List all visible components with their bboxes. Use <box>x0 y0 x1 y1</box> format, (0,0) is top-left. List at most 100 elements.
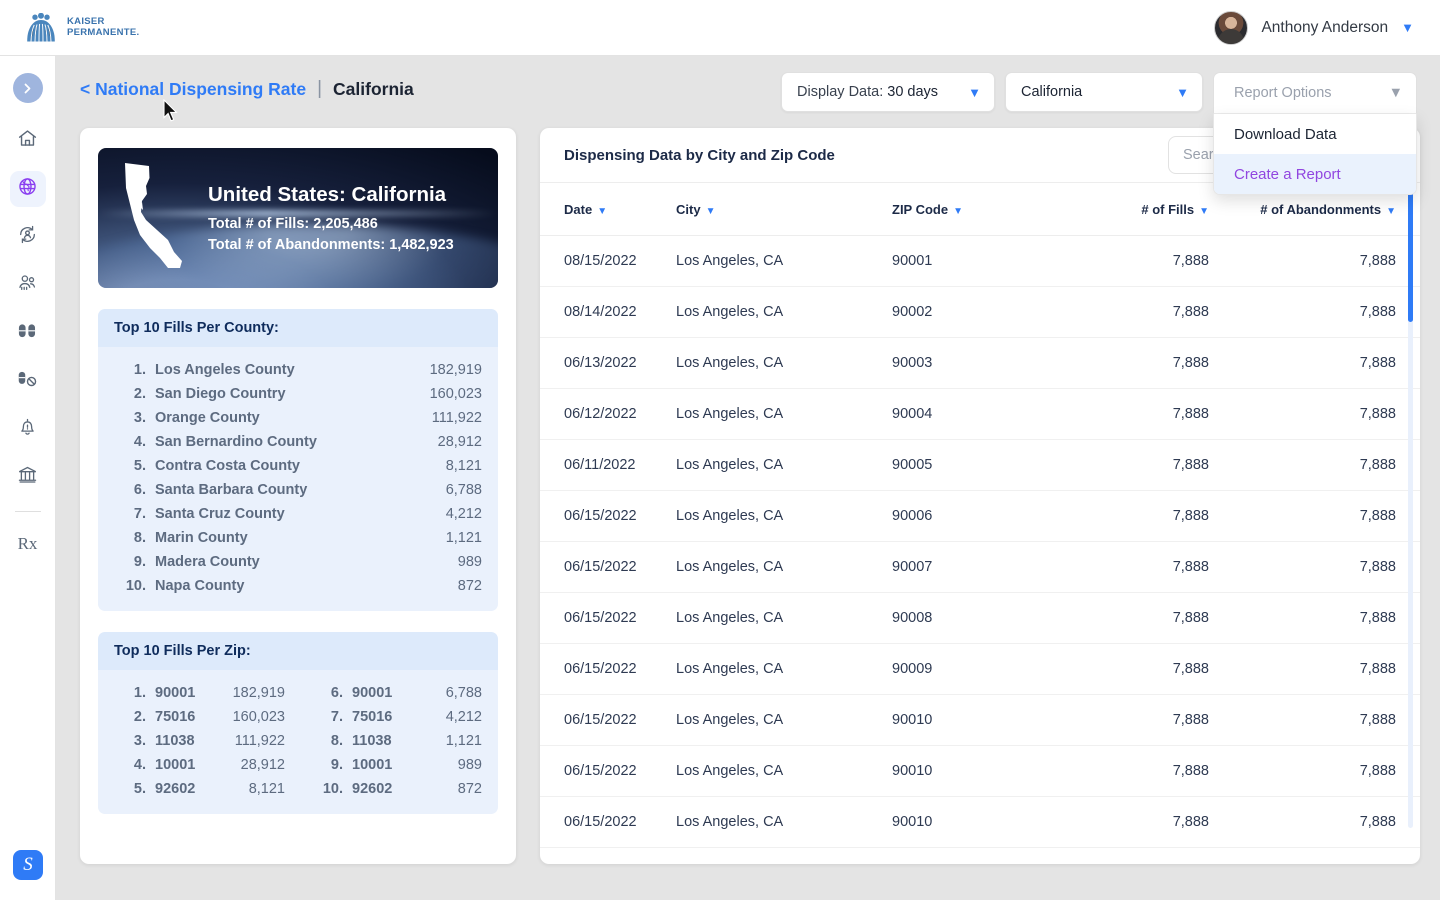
rank: 3. <box>133 410 146 426</box>
user-menu[interactable]: Anthony Anderson ▼ <box>1214 10 1414 45</box>
county-name: Santa Cruz County <box>155 506 285 522</box>
zip-code: 92602 <box>155 781 196 797</box>
top-zips-title: Top 10 Fills Per Zip: <box>98 632 498 670</box>
chevron-down-icon[interactable]: ▼ <box>1176 86 1189 99</box>
table-scroll-area[interactable]: Date ▼ City ▼ ZIP Code ▼ # of Fills ▼ # of A… <box>540 183 1420 864</box>
cell-abandonments: 7,888 <box>1237 235 1420 287</box>
list-item: 1. 90001 182,919 <box>114 681 285 705</box>
list-item: 3. 11038 111,922 <box>114 729 285 753</box>
rank: 3. <box>133 733 146 749</box>
zip-code: 11038 <box>352 733 392 749</box>
table-row[interactable]: 06/15/2022 Los Angeles, CA 90006 7,888 7,888 <box>540 490 1420 542</box>
page-title: California <box>333 78 414 99</box>
table-row[interactable]: 06/12/2022 Los Angeles, CA 90004 7,888 7,888 <box>540 388 1420 440</box>
cell-abandonments: 7,888 <box>1237 337 1420 389</box>
chevron-down-icon[interactable]: ▼ <box>1401 21 1414 34</box>
sidebar-item-rx[interactable]: Rx <box>10 526 46 562</box>
menu-item-create-a-report[interactable]: Create a Report <box>1214 154 1416 194</box>
cell-abandonments: 7,888 <box>1237 286 1420 338</box>
list-item: 7. 75016 4,212 <box>311 705 482 729</box>
table-row[interactable]: 08/14/2022 Los Angeles, CA 90002 7,888 7,888 <box>540 286 1420 338</box>
zip-value: 182,919 <box>232 685 285 701</box>
chevron-down-icon[interactable]: ▼ <box>1389 86 1403 101</box>
rank: 10. <box>322 781 343 797</box>
cell-abandonments: 7,888 <box>1237 439 1420 491</box>
county-value: 160,023 <box>429 386 482 402</box>
table-row[interactable]: 06/13/2022 Los Angeles, CA 90003 7,888 7,888 <box>540 337 1420 389</box>
cell-date: 06/15/2022 <box>540 745 676 797</box>
cell-fills: 7,888 <box>1092 337 1237 389</box>
cell-date: 06/15/2022 <box>540 490 676 542</box>
cell-zip: 90010 <box>892 694 1092 746</box>
display-data-prefix: Display Data: <box>797 84 884 100</box>
county-name: Napa County <box>155 578 245 594</box>
list-item: 6. 90001 6,788 <box>311 681 482 705</box>
zip-value: 111,922 <box>234 733 285 749</box>
breadcrumb-back-link[interactable]: < National Dispensing Rate <box>80 79 306 100</box>
state-hero-banner: United States: California Total # of Fil… <box>98 148 498 288</box>
top-counties-panel: Top 10 Fills Per County: 1. Los Angeles C… <box>98 309 498 611</box>
table-row[interactable]: 06/11/2022 Los Angeles, CA 90005 7,888 7,888 <box>540 439 1420 491</box>
top-zips-list: 1. 90001 182,919 2. 75016 160,023 3. 11038 111… <box>98 670 498 814</box>
table-row[interactable]: 06/15/2022 Los Angeles, CA 90010 7,888 7,888 <box>540 694 1420 746</box>
column-header-city[interactable]: City ▼ <box>676 183 892 236</box>
display-data-value: 30 days <box>887 84 939 100</box>
cell-zip: 90005 <box>892 439 1092 491</box>
report-options-toggle[interactable]: Report Options ▼ <box>1213 72 1417 114</box>
table-row[interactable]: 06/15/2022 Los Angeles, CA 90007 7,888 7,888 <box>540 541 1420 593</box>
top-zips-column-left: 1. 90001 182,919 2. 75016 160,023 3. 11038 111… <box>114 681 285 801</box>
hero-total-fills: Total # of Fills: 2,205,486 <box>208 216 378 232</box>
cell-city: Los Angeles, CA <box>676 286 892 338</box>
rank: 8. <box>133 530 146 546</box>
cell-fills: 7,888 <box>1092 592 1237 644</box>
chevron-down-icon: ▼ <box>1386 206 1396 217</box>
table-row[interactable]: 08/15/2022 Los Angeles, CA 90001 7,888 7,888 <box>540 235 1420 287</box>
table-row[interactable]: 06/15/2022 Los Angeles, CA 90009 7,888 7,888 <box>540 643 1420 695</box>
chevron-down-icon: ▼ <box>953 206 964 217</box>
column-header-date[interactable]: Date ▼ <box>540 183 676 236</box>
cell-fills: 7,888 <box>1092 235 1237 287</box>
display-data-select[interactable]: Display Data: 30 days ▼ <box>781 72 995 112</box>
rank: 7. <box>330 709 343 725</box>
column-header-zip-code[interactable]: ZIP Code ▼ <box>892 183 1092 236</box>
cell-abandonments: 7,888 <box>1237 643 1420 695</box>
table-row[interactable]: 06/15/2022 Los Angeles, CA 90010 7,888 7,888 <box>540 796 1420 848</box>
scrollbar-thumb[interactable] <box>1408 188 1413 322</box>
zip-code: 92602 <box>352 781 393 797</box>
county-name: Orange County <box>155 410 260 426</box>
sidebar-item-medications[interactable] <box>10 315 46 351</box>
table-scrollbar[interactable] <box>1408 184 1413 828</box>
sidebar: Rx S <box>0 56 56 900</box>
table-row[interactable]: 06/15/2022 Los Angeles, CA 90010 7,888 7,888 <box>540 745 1420 797</box>
sidebar-expand-button[interactable] <box>12 73 43 103</box>
sidebar-item-dispensing-rate[interactable] <box>9 171 46 207</box>
zip-value: 28,912 <box>240 757 285 773</box>
dispensing-table: Date ▼ City ▼ ZIP Code ▼ # of Fills ▼ # of A… <box>540 183 1420 848</box>
table-row[interactable]: 06/15/2022 Los Angeles, CA 90008 7,888 7,888 <box>540 592 1420 644</box>
user-name: Anthony Anderson <box>1261 18 1389 36</box>
app-logo-button[interactable]: S <box>13 850 43 880</box>
sidebar-item-refills[interactable] <box>10 219 46 255</box>
sidebar-item-institutions[interactable] <box>10 459 46 495</box>
mouse-cursor-icon <box>163 98 180 128</box>
sidebar-item-abandonments[interactable] <box>10 363 46 399</box>
county-name: San Bernardino County <box>155 434 317 450</box>
sidebar-item-home[interactable] <box>10 123 46 159</box>
rank: 9. <box>330 757 343 773</box>
brand-logo[interactable]: KAISER PERMANENTE. <box>24 12 139 43</box>
menu-item-download-data[interactable]: Download Data <box>1214 114 1416 154</box>
zip-code: 75016 <box>352 709 393 725</box>
county-value: 872 <box>457 578 482 594</box>
sidebar-item-alerts[interactable] <box>10 411 46 447</box>
county-name: Marin County <box>155 530 248 546</box>
top-counties-list: 1. Los Angeles County 182,919 2. San Diego … <box>98 347 498 611</box>
county-value: 6,788 <box>445 482 482 498</box>
chevron-down-icon[interactable]: ▼ <box>968 86 981 99</box>
sidebar-item-members[interactable] <box>10 267 46 303</box>
rank: 5. <box>133 781 146 797</box>
cell-date: 06/15/2022 <box>540 541 676 593</box>
state-select[interactable]: California ▼ <box>1005 72 1203 112</box>
rank: 2. <box>133 386 146 402</box>
list-item: 10. Napa County 872 <box>114 574 482 598</box>
county-value: 4,212 <box>445 506 482 522</box>
